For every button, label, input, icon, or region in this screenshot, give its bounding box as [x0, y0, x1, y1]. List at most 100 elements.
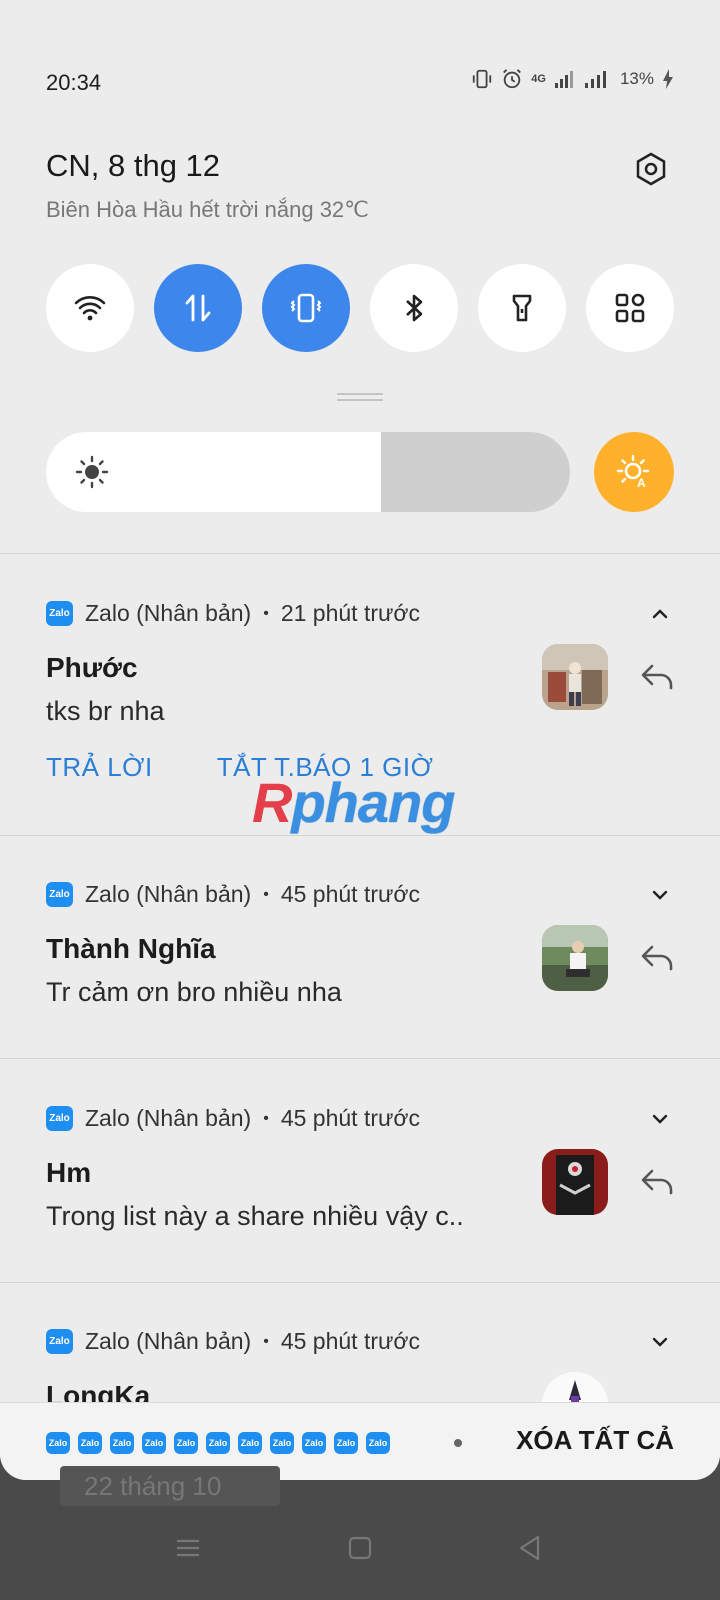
chevron-up-icon[interactable] [648, 602, 672, 626]
zalo-app-icon: Zalo [174, 1432, 198, 1454]
bluetooth-icon [406, 294, 423, 322]
vibrate-icon [290, 293, 322, 323]
brightness-slider[interactable] [46, 432, 570, 512]
notification-time: 21 phút trước [280, 600, 420, 626]
notification-header: Zalo Zalo (Nhân bản) • 45 phút trước [46, 881, 420, 908]
quick-settings-tiles [46, 264, 674, 352]
notification-time: 45 phút trước [280, 881, 420, 907]
zalo-app-icon: Zalo [366, 1432, 390, 1454]
network-type: 4G [531, 73, 546, 85]
mobile-data-toggle[interactable] [154, 264, 242, 352]
notification-item[interactable]: Zalo Zalo (Nhân bản) • 45 phút trước Thà… [0, 881, 720, 1059]
notification-divider [0, 1282, 720, 1283]
notification-time: 45 phút trước [280, 1328, 420, 1354]
background-date-label: 22 tháng 10 [60, 1466, 280, 1506]
wifi-icon [74, 296, 106, 321]
app-name: Zalo (Nhân bản) [85, 881, 252, 907]
data-transfer-icon [185, 294, 211, 322]
svg-text:A: A [637, 476, 646, 490]
charging-icon [663, 69, 673, 89]
chevron-down-icon[interactable] [648, 1330, 672, 1354]
zalo-app-icon: Zalo [110, 1432, 134, 1454]
flashlight-toggle[interactable] [478, 264, 566, 352]
watermark-logo: Rphang [252, 771, 455, 834]
reply-icon[interactable] [640, 1167, 676, 1197]
notification-header: Zalo Zalo (Nhân bản) • 21 phút trước [46, 600, 420, 627]
message-text: Trong list này a share nhiều vậy c.. [46, 1201, 464, 1231]
drag-handle-line [337, 399, 383, 401]
signal-icon-2 [584, 71, 606, 88]
message-text: tks br nha [46, 696, 165, 726]
zalo-app-icon: Zalo [142, 1432, 166, 1454]
back-nav-button[interactable] [512, 1530, 548, 1566]
chevron-down-icon[interactable] [648, 883, 672, 907]
reply-action-button[interactable]: TRẢ LỜI [46, 752, 153, 783]
overflow-dot [454, 1439, 462, 1447]
chevron-down-icon[interactable] [648, 1107, 672, 1131]
auto-brightness-button[interactable]: A [594, 432, 674, 512]
dot-separator: • [263, 604, 269, 622]
clear-all-button[interactable]: XÓA TẤT CẢ [516, 1425, 674, 1456]
zalo-app-icon: Zalo [270, 1432, 294, 1454]
dot-separator: • [263, 1332, 269, 1350]
notification-item[interactable]: Zalo Zalo (Nhân bản) • 45 phút trước Hm … [0, 1105, 720, 1283]
zalo-app-icon: Zalo [334, 1432, 358, 1454]
app-name: Zalo (Nhân bản) [85, 1105, 252, 1131]
zalo-app-icon: Zalo [46, 1329, 73, 1354]
wifi-toggle[interactable] [46, 264, 134, 352]
bluetooth-toggle[interactable] [370, 264, 458, 352]
navigation-bar [0, 1530, 720, 1600]
status-bar: 20:34 4G 13% [46, 68, 674, 98]
notification-header: Zalo Zalo (Nhân bản) • 45 phút trước [46, 1105, 420, 1132]
settings-icon [636, 152, 666, 186]
reply-icon[interactable] [640, 943, 676, 973]
avatar [542, 644, 608, 710]
vibrate-toggle[interactable] [262, 264, 350, 352]
message-text: Tr cảm ơn bro nhiều nha [46, 977, 342, 1007]
zalo-app-icon: Zalo [46, 882, 73, 907]
zalo-app-icon: Zalo [238, 1432, 262, 1454]
zalo-app-icon: Zalo [46, 1106, 73, 1131]
signal-icon-1 [554, 71, 573, 88]
zalo-app-icon: Zalo [46, 601, 73, 626]
home-icon [348, 1536, 372, 1560]
dot-separator: • [263, 1109, 269, 1127]
drag-handle[interactable] [337, 393, 383, 395]
sender-name: Thành Nghĩa [46, 933, 216, 964]
menu-icon [177, 1539, 199, 1557]
grid-icon [615, 293, 645, 323]
menu-nav-button[interactable] [170, 1530, 206, 1566]
avatar [542, 1149, 608, 1215]
zalo-app-icon: Zalo [302, 1432, 326, 1454]
app-name: Zalo (Nhân bản) [85, 1328, 252, 1354]
collapsed-app-icons: Zalo Zalo Zalo Zalo Zalo Zalo Zalo Zalo Zalo Zalo… [46, 1432, 390, 1454]
notification-divider [0, 835, 720, 836]
settings-button[interactable] [628, 146, 674, 192]
dot-separator: • [263, 885, 269, 903]
auto-brightness-icon: A [616, 454, 650, 490]
zalo-app-icon: Zalo [46, 1432, 70, 1454]
weather-label: Biên Hòa Hầu hết trời nắng 32℃ [46, 197, 369, 222]
back-icon [519, 1535, 540, 1561]
app-name: Zalo (Nhân bản) [85, 600, 252, 626]
zalo-app-icon: Zalo [206, 1432, 230, 1454]
notification-time: 45 phút trước [280, 1105, 420, 1131]
notification-header: Zalo Zalo (Nhân bản) • 45 phút trước [46, 1328, 420, 1355]
reply-icon[interactable] [640, 662, 676, 692]
notification-item[interactable]: Zalo Zalo (Nhân bản) • 45 phút trước Lon… [0, 1328, 720, 1438]
sender-name: Hm [46, 1157, 92, 1188]
section-divider [0, 553, 720, 554]
notification-divider [0, 1058, 720, 1059]
zalo-app-icon: Zalo [78, 1432, 102, 1454]
flashlight-icon [512, 294, 532, 322]
alarm-icon [503, 69, 522, 89]
brightness-icon [75, 455, 109, 489]
avatar [542, 925, 608, 991]
more-tiles-toggle[interactable] [586, 264, 674, 352]
notification-shade: 20:34 4G 13% CN, 8 thg 12 Biên Hòa Hầu h… [0, 0, 720, 1480]
clock: 20:34 [46, 70, 102, 95]
home-nav-button[interactable] [342, 1530, 378, 1566]
sender-name: Phước [46, 652, 138, 683]
date-label: CN, 8 thg 12 [46, 148, 221, 183]
battery-percent: 13% [619, 69, 654, 88]
